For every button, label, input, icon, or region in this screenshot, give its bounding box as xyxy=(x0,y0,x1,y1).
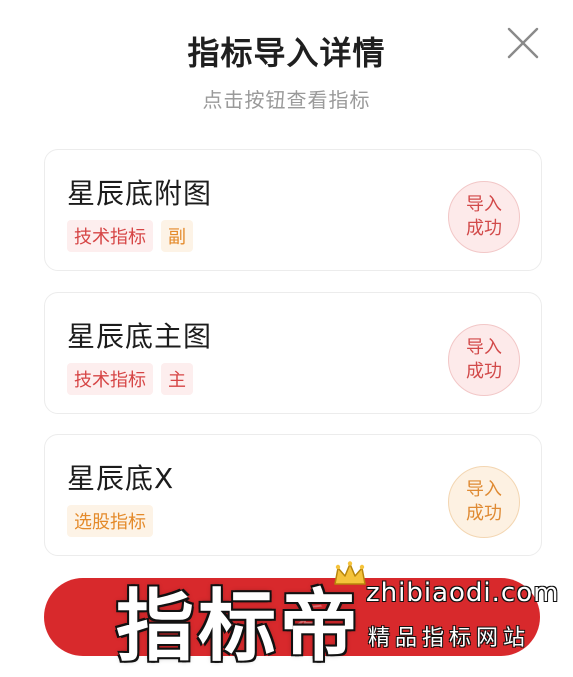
watermark-site: zhibiaodi.com xyxy=(366,578,560,608)
indicator-card[interactable]: 星辰底X 选股指标 导入 成功 xyxy=(44,434,542,556)
tag-list: 技术指标 主 xyxy=(67,363,193,395)
tag-list: 技术指标 副 xyxy=(67,220,193,252)
import-success-badge: 导入 成功 xyxy=(448,181,520,253)
indicator-name: 星辰底X xyxy=(67,462,175,495)
badge-line-2: 成功 xyxy=(466,361,502,382)
crown-icon xyxy=(334,561,366,585)
dialog-title: 指标导入详情 xyxy=(187,34,386,72)
indicator-name: 星辰底主图 xyxy=(67,320,213,353)
badge-line-1: 导入 xyxy=(466,479,502,500)
badge-line-1: 导入 xyxy=(466,337,502,358)
close-icon[interactable] xyxy=(506,26,540,60)
watermark-brand: 指标帝 xyxy=(116,582,363,672)
indicator-name: 星辰底附图 xyxy=(67,177,213,210)
indicator-card[interactable]: 星辰底附图 技术指标 副 导入 成功 xyxy=(44,149,542,271)
import-success-badge: 导入 成功 xyxy=(448,324,520,396)
tag-position: 主 xyxy=(161,363,193,395)
badge-line-2: 成功 xyxy=(466,218,502,239)
badge-line-2: 成功 xyxy=(466,503,502,524)
tag-type: 技术指标 xyxy=(67,363,153,395)
import-success-badge: 导入 成功 xyxy=(448,466,520,538)
dialog-subtitle: 点击按钮查看指标 xyxy=(202,88,371,112)
tag-type: 技术指标 xyxy=(67,220,153,252)
indicator-card[interactable]: 星辰底主图 技术指标 主 导入 成功 xyxy=(44,292,542,414)
tag-list: 选股指标 xyxy=(67,505,153,537)
watermark-slogan: 精品指标网站 xyxy=(368,626,531,651)
import-detail-dialog: 指标导入详情 点击按钮查看指标 星辰底附图 技术指标 副 导入 成功 星辰底主图… xyxy=(0,0,573,677)
tag-position: 副 xyxy=(161,220,193,252)
badge-line-1: 导入 xyxy=(466,194,502,215)
tag-type: 选股指标 xyxy=(67,505,153,537)
